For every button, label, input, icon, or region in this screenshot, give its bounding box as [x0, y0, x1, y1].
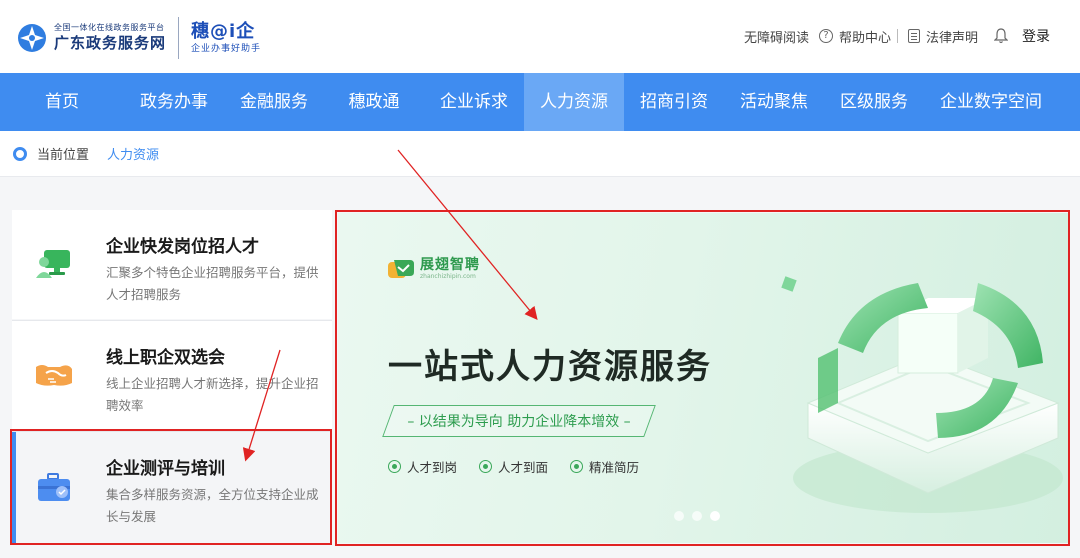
card-description: 汇聚多个特色企业招聘服务平台，提供人才招聘服务 [106, 265, 319, 302]
briefcase-icon [34, 470, 74, 506]
nav-item-enterprise-appeals[interactable]: 企业诉求 [424, 73, 524, 131]
monitor-person-icon [34, 246, 74, 282]
banner-tag-label: 人才到面 [498, 460, 549, 475]
zhanchi-logo-title: 展翅智聘 [420, 257, 480, 273]
breadcrumb: 当前位置 人力资源 [0, 131, 1080, 177]
brand2-subtitle: 企业办事好助手 [191, 44, 262, 54]
radio-dot-icon [479, 460, 493, 473]
card-description: 线上企业招聘人才新选择，提升企业招聘效率 [106, 376, 319, 413]
nav-item-gov-affairs[interactable]: 政务办事 [124, 73, 224, 131]
carousel-dot[interactable] [692, 511, 702, 521]
sui-iqi-brand: 穗@i企 企业办事好助手 [191, 21, 261, 55]
nav-item-digital-space[interactable]: 企业数字空间 [924, 73, 1058, 131]
card-title: 线上职企双选会 [106, 348, 225, 368]
card-title: 企业测评与培训 [106, 459, 225, 479]
banner-tags: 人才到岗 人才到面 精准简历 [388, 457, 661, 476]
banner-tag-label: 人才到岗 [407, 460, 458, 475]
main-nav: 首页 政务办事 金融服务 穗政通 企业诉求 人力资源 招商引资 活动聚焦 区级服… [0, 73, 1080, 131]
carousel-dots [674, 511, 728, 521]
brand2-title: 穗@i企 [191, 21, 256, 42]
nav-item-finance[interactable]: 金融服务 [224, 73, 324, 131]
nav-item-investment[interactable]: 招商引资 [624, 73, 724, 131]
banner-tag: 精准简历 [570, 457, 639, 476]
handshake-icon [34, 357, 74, 393]
radio-dot-icon [388, 460, 401, 473]
page: 全国一体化在线政务服务平台 广东政务服务网 穗@i企 企业办事好助手 无障碍阅读… [0, 0, 1080, 558]
card-description: 集合多样服务资源，全方位支持企业成长与发展 [106, 487, 319, 524]
card-online-job-fair[interactable]: 线上职企双选会 线上企业招聘人才新选择，提升企业招聘效率 [12, 321, 332, 430]
gov-logo-icon [16, 22, 48, 54]
banner-tag: 人才到面 [479, 457, 548, 476]
zhanchi-logo-icon [388, 258, 414, 280]
breadcrumb-label: 当前位置 [37, 148, 90, 163]
bell-icon[interactable] [994, 28, 1008, 44]
location-icon [13, 146, 27, 161]
accessibility-link[interactable]: 无障碍阅读 [744, 27, 809, 46]
help-icon: ? [818, 29, 833, 43]
zhanchi-logo-url: zhanchizhipin.com [420, 273, 476, 280]
hr-banner[interactable]: 展翅智聘 zhanchizhipin.com 一站式人力资源服务 – 以结果为导… [338, 213, 1068, 543]
radio-dot-icon [570, 460, 584, 473]
card-assessment-training[interactable]: 企业测评与培训 集合多样服务资源，全方位支持企业成长与发展 [12, 432, 332, 544]
nav-item-home[interactable]: 首页 [0, 73, 124, 131]
zhanchi-logo: 展翅智聘 zhanchizhipin.com [388, 257, 480, 281]
logo-subtitle: 全国一体化在线政务服务平台 [54, 23, 165, 32]
nav-item-events[interactable]: 活动聚焦 [724, 73, 824, 131]
service-cards: 企业快发岗位招人才 汇聚多个特色企业招聘服务平台，提供人才招聘服务 线上职企双选… [12, 210, 332, 544]
top-links: 无障碍阅读 ? 帮助中心 法律声明 登录 [734, 26, 1050, 46]
carousel-dot-active[interactable] [710, 511, 720, 521]
legal-link[interactable]: 法律声明 [907, 27, 978, 46]
site-logo[interactable]: 全国一体化在线政务服务平台 广东政务服务网 穗@i企 企业办事好助手 [16, 16, 261, 60]
logo-title: 广东政务服务网 [54, 34, 167, 52]
link-divider [896, 29, 898, 43]
banner-tag: 人才到岗 [388, 457, 457, 476]
banner-title: 一站式人力资源服务 [388, 347, 712, 387]
card-title: 企业快发岗位招人才 [106, 237, 259, 257]
help-link[interactable]: ? 帮助中心 [818, 27, 891, 46]
breadcrumb-current[interactable]: 人力资源 [107, 144, 159, 163]
logo-divider [178, 17, 180, 59]
nav-item-suizhengtong[interactable]: 穗政通 [324, 73, 424, 131]
login-button[interactable]: 登录 [1022, 26, 1050, 46]
banner-slogan: – 以结果为导向 助力企业降本增效 – [407, 414, 631, 430]
help-label: 帮助中心 [838, 30, 891, 46]
card-recruit-talent[interactable]: 企业快发岗位招人才 汇聚多个特色企业招聘服务平台，提供人才招聘服务 [12, 210, 332, 319]
banner-tag-label: 精准简历 [589, 460, 640, 475]
nav-item-human-resources[interactable]: 人力资源 [524, 73, 624, 131]
carousel-dot[interactable] [674, 511, 684, 521]
recycle-cube-illustration [778, 253, 1068, 533]
nav-item-district-services[interactable]: 区级服务 [824, 73, 924, 131]
document-icon [907, 29, 920, 43]
legal-label: 法律声明 [925, 30, 978, 46]
site-header: 全国一体化在线政务服务平台 广东政务服务网 穗@i企 企业办事好助手 无障碍阅读… [0, 0, 1080, 73]
